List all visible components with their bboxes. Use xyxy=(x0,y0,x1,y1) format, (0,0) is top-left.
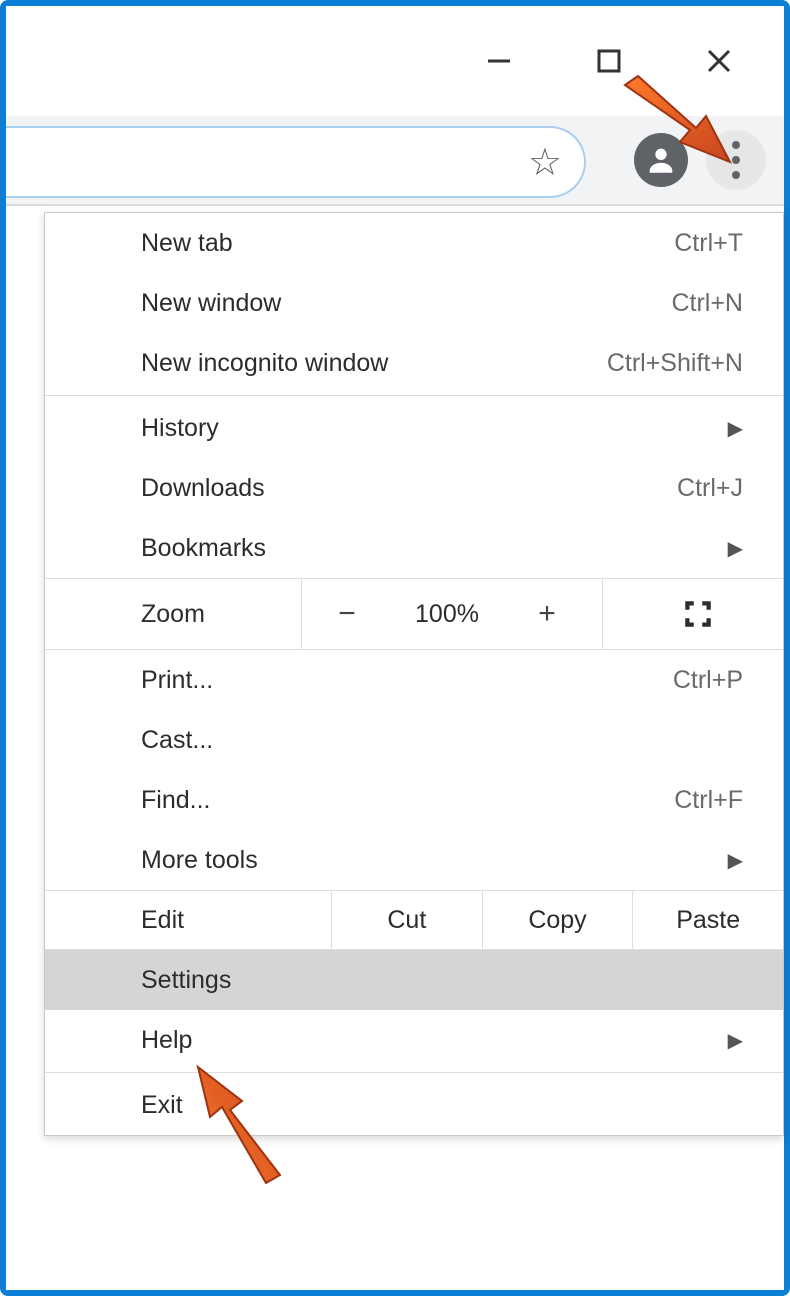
separator xyxy=(45,1072,783,1073)
edit-cut-button[interactable]: Cut xyxy=(331,891,482,949)
edit-copy-button[interactable]: Copy xyxy=(482,891,633,949)
menu-shortcut: Ctrl+P xyxy=(673,666,743,695)
menu-label: New incognito window xyxy=(141,349,388,378)
menu-more-tools[interactable]: More tools ▶ xyxy=(45,830,783,890)
menu-label: Bookmarks xyxy=(141,534,266,563)
fullscreen-icon xyxy=(681,597,715,631)
menu-edit-row: Edit Cut Copy Paste xyxy=(45,890,783,950)
menu-history[interactable]: History ▶ xyxy=(45,398,783,458)
separator xyxy=(602,578,603,650)
menu-label: Downloads xyxy=(141,474,265,503)
menu-bookmarks[interactable]: Bookmarks ▶ xyxy=(45,518,783,578)
minimize-button[interactable] xyxy=(474,36,524,86)
menu-find[interactable]: Find... Ctrl+F xyxy=(45,770,783,830)
edit-paste-button[interactable]: Paste xyxy=(632,891,783,949)
bookmark-star-icon[interactable]: ☆ xyxy=(528,140,562,185)
profile-button[interactable] xyxy=(634,133,688,187)
menu-shortcut: Ctrl+T xyxy=(674,229,743,258)
zoom-label: Zoom xyxy=(141,600,301,629)
menu-new-tab[interactable]: New tab Ctrl+T xyxy=(45,213,783,273)
titlebar xyxy=(6,6,784,116)
menu-label: Exit xyxy=(141,1091,183,1120)
submenu-arrow-icon: ▶ xyxy=(728,416,743,441)
menu-label: More tools xyxy=(141,846,258,875)
submenu-arrow-icon: ▶ xyxy=(728,1028,743,1053)
dot-icon xyxy=(732,141,740,149)
menu-exit[interactable]: Exit xyxy=(45,1075,783,1135)
menu-new-incognito[interactable]: New incognito window Ctrl+Shift+N xyxy=(45,333,783,393)
menu-label: History xyxy=(141,414,219,443)
menu-cast[interactable]: Cast... xyxy=(45,710,783,770)
person-icon xyxy=(644,143,678,177)
close-button[interactable] xyxy=(694,36,744,86)
menu-shortcut: Ctrl+Shift+N xyxy=(607,349,743,378)
menu-label: Cast... xyxy=(141,726,213,755)
zoom-out-button[interactable]: − xyxy=(302,597,392,631)
menu-downloads[interactable]: Downloads Ctrl+J xyxy=(45,458,783,518)
menu-print[interactable]: Print... Ctrl+P xyxy=(45,650,783,710)
dot-icon xyxy=(732,171,740,179)
fullscreen-button[interactable] xyxy=(653,597,743,631)
menu-help[interactable]: Help ▶ xyxy=(45,1010,783,1070)
menu-label: New tab xyxy=(141,229,233,258)
address-bar[interactable]: ☆ xyxy=(6,126,586,198)
submenu-arrow-icon: ▶ xyxy=(728,536,743,561)
menu-label: New window xyxy=(141,289,281,318)
submenu-arrow-icon: ▶ xyxy=(728,848,743,873)
more-menu-button[interactable] xyxy=(706,130,766,190)
menu-shortcut: Ctrl+J xyxy=(677,474,743,503)
menu-shortcut: Ctrl+F xyxy=(674,786,743,815)
zoom-in-button[interactable]: + xyxy=(502,597,592,631)
edit-label: Edit xyxy=(45,891,331,949)
menu-label: Print... xyxy=(141,666,213,695)
menu-new-window[interactable]: New window Ctrl+N xyxy=(45,273,783,333)
menu-zoom-row: Zoom − 100% + xyxy=(45,578,783,650)
menu-shortcut: Ctrl+N xyxy=(671,289,743,318)
menu-label: Help xyxy=(141,1026,192,1055)
dot-icon xyxy=(732,156,740,164)
menu-label: Find... xyxy=(141,786,210,815)
zoom-value: 100% xyxy=(392,600,502,629)
chrome-menu: New tab Ctrl+T New window Ctrl+N New inc… xyxy=(44,212,784,1136)
maximize-button[interactable] xyxy=(584,36,634,86)
menu-settings[interactable]: Settings xyxy=(45,950,783,1010)
menu-label: Settings xyxy=(141,966,231,995)
separator xyxy=(45,395,783,396)
